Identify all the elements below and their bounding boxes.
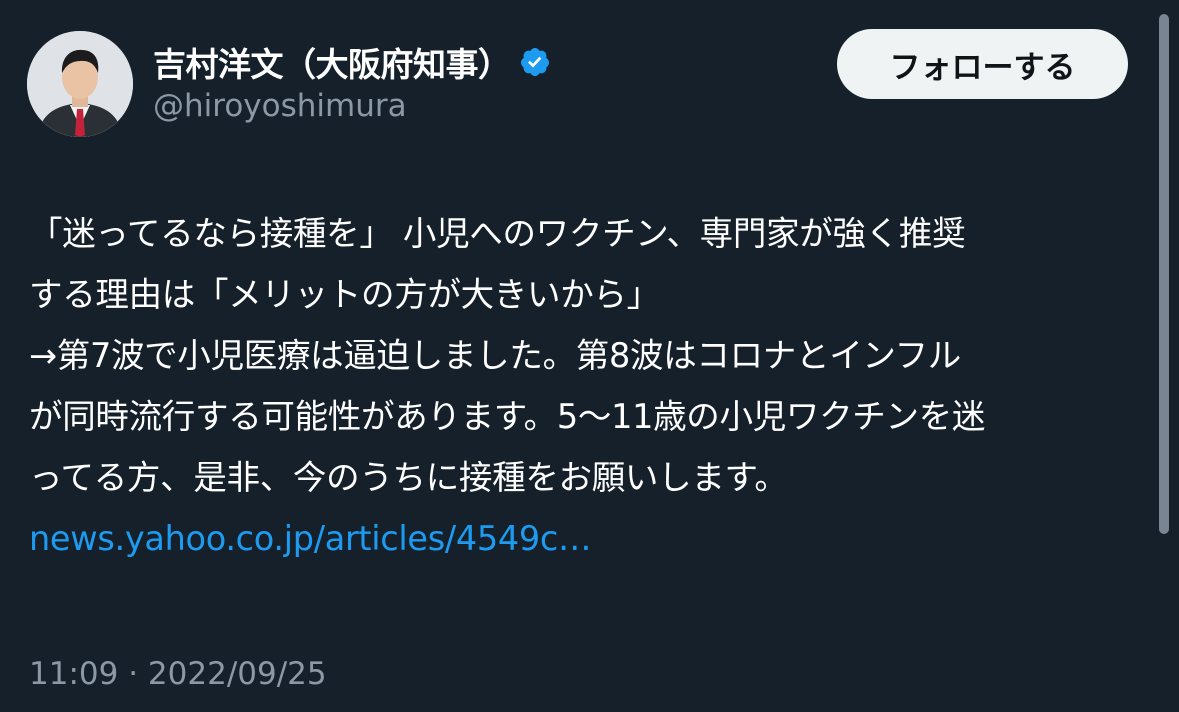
- tweet-timestamp[interactable]: 11:09 · 2022/09/25: [29, 656, 327, 692]
- tweet-time: 11:09: [29, 656, 119, 692]
- verified-badge-icon[interactable]: [519, 46, 551, 78]
- author-display-name[interactable]: 吉村洋文（大阪府知事）: [153, 38, 511, 86]
- profile-photo-icon: [27, 31, 133, 137]
- tweet-text-line: ってる方、是非、今のうちに接種をお願いします。: [29, 458, 788, 497]
- tweet-text-line: する理由は「メリットの方が大きいから」: [29, 275, 660, 314]
- tweet-text-line: が同時流行する可能性があります。5〜11歳の小児ワクチンを迷: [29, 397, 986, 436]
- scrollbar[interactable]: [1159, 14, 1169, 534]
- tweet-text: 「迷ってるなら接種を」 小児へのワクチン、専門家が強く推奨 する理由は「メリット…: [29, 203, 1157, 569]
- avatar[interactable]: [27, 31, 133, 137]
- author-handle[interactable]: @hiroyoshimura: [153, 88, 407, 124]
- timestamp-separator: ·: [128, 656, 139, 692]
- author-name-row: 吉村洋文（大阪府知事）: [153, 40, 551, 84]
- article-link[interactable]: news.yahoo.co.jp/articles/4549c…: [29, 519, 592, 558]
- follow-button[interactable]: フォローする: [837, 29, 1128, 99]
- tweet-text-line: →第7波で小児医療は逼迫しました。第8波はコロナとインフル: [29, 336, 961, 375]
- tweet-text-line: 「迷ってるなら接種を」 小児へのワクチン、専門家が強く推奨: [29, 214, 966, 253]
- tweet-date: 2022/09/25: [147, 656, 327, 692]
